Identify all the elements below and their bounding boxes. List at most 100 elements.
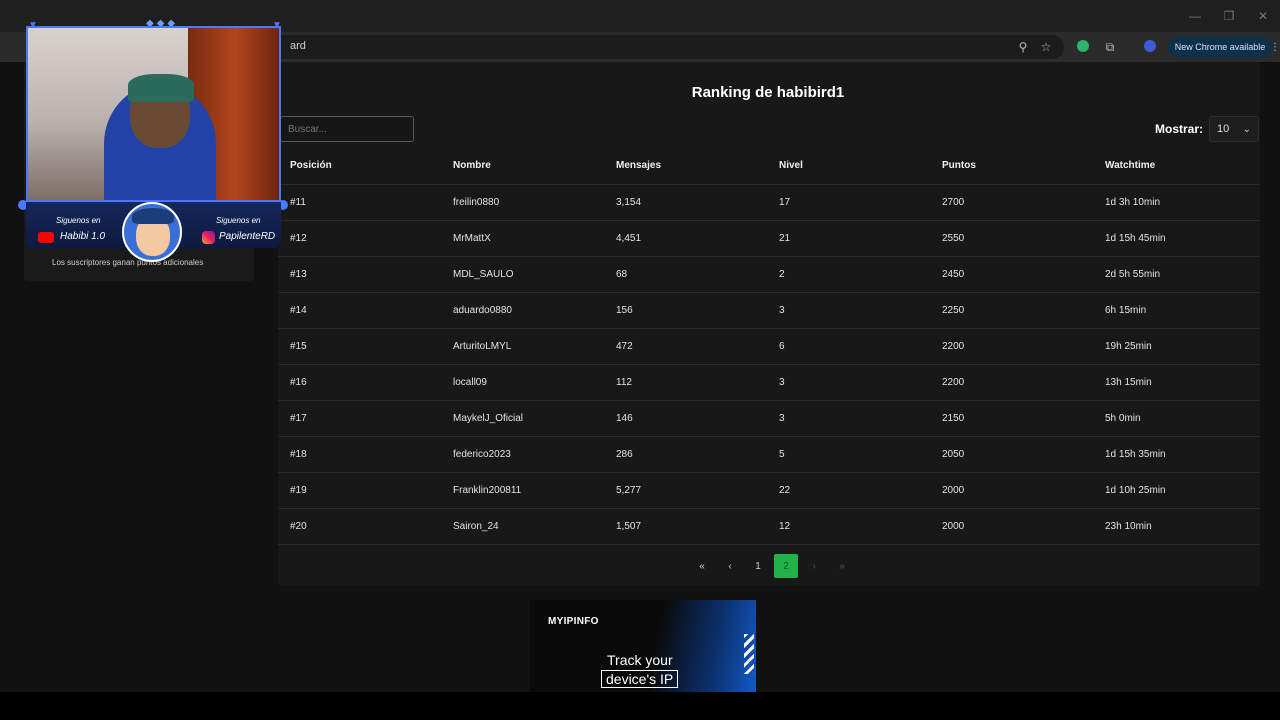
page-button-1[interactable]: 1: [746, 554, 770, 578]
cell-messages: 68: [604, 256, 767, 293]
cell-points: 2200: [930, 328, 1093, 365]
cell-points: 2050: [930, 436, 1093, 473]
cell-level: 5: [767, 436, 930, 473]
cell-name: locall09: [441, 364, 604, 401]
ad-banner[interactable]: MYIPINFO Track your device's IP: [530, 600, 756, 693]
cell-name: Sairon_24: [441, 508, 604, 545]
cell-points: 2450: [930, 256, 1093, 293]
next-page-button[interactable]: ›: [802, 554, 826, 578]
cell-watchtime: 1d 3h 10min: [1093, 184, 1260, 221]
table-row: #14 aduardo0880 156 3 2250 6h 15min: [278, 292, 1260, 329]
extensions-puzzle-icon[interactable]: ⧉: [1103, 40, 1117, 54]
minimize-icon[interactable]: —: [1178, 0, 1212, 32]
instagram-handle: PapilenteRD: [219, 231, 276, 242]
cell-position: #14: [278, 292, 441, 329]
last-page-button[interactable]: »: [830, 554, 854, 578]
chevron-down-icon: ⌄: [1242, 123, 1251, 135]
cell-level: 12: [767, 508, 930, 545]
follow-label-right: Siguenos en: [216, 216, 261, 225]
page-size-select[interactable]: 10 ⌄: [1209, 116, 1259, 142]
address-url: ard: [290, 40, 306, 52]
zoom-icon[interactable]: ⚲: [1016, 40, 1030, 54]
cell-watchtime: 23h 10min: [1093, 508, 1260, 545]
table-row: #13 MDL_SAULO 68 2 2450 2d 5h 55min: [278, 256, 1260, 293]
cell-messages: 286: [604, 436, 767, 473]
new-chrome-button[interactable]: New Chrome available: [1168, 36, 1272, 58]
cell-points: 2000: [930, 472, 1093, 509]
ad-brand: MYIPINFO: [548, 616, 599, 627]
cell-points: 2000: [930, 508, 1093, 545]
column-header-watchtime[interactable]: Watchtime: [1093, 148, 1260, 185]
cell-watchtime: 19h 25min: [1093, 328, 1260, 365]
cell-watchtime: 13h 15min: [1093, 364, 1260, 401]
cell-level: 3: [767, 364, 930, 401]
menu-kebab-icon[interactable]: ⋮: [1270, 42, 1280, 53]
cell-points: 2550: [930, 220, 1093, 257]
cell-watchtime: 1d 15h 45min: [1093, 220, 1260, 257]
webcam-video: [26, 26, 281, 202]
ranking-table: Posición Nombre Mensajes Nivel Puntos Wa…: [278, 148, 1260, 545]
cell-name: MDL_SAULO: [441, 256, 604, 293]
star-icon[interactable]: ☆: [1039, 40, 1053, 54]
table-row: #12 MrMattX 4,451 21 2550 1d 15h 45min: [278, 220, 1260, 257]
cell-points: 2700: [930, 184, 1093, 221]
cell-position: #13: [278, 256, 441, 293]
cell-watchtime: 2d 5h 55min: [1093, 256, 1260, 293]
cell-points: 2250: [930, 292, 1093, 329]
cell-position: #18: [278, 436, 441, 473]
cell-watchtime: 1d 10h 25min: [1093, 472, 1260, 509]
cell-level: 2: [767, 256, 930, 293]
table-header-row: Posición Nombre Mensajes Nivel Puntos Wa…: [278, 148, 1260, 185]
cell-level: 3: [767, 292, 930, 329]
first-page-button[interactable]: «: [690, 554, 714, 578]
cell-position: #20: [278, 508, 441, 545]
page-title: Ranking de habibird1: [691, 84, 845, 101]
cell-messages: 5,277: [604, 472, 767, 509]
page-size-value: 10: [1217, 123, 1230, 135]
restore-icon[interactable]: ❐: [1212, 0, 1246, 32]
cell-position: #12: [278, 220, 441, 257]
cell-name: Franklin200811: [441, 472, 604, 509]
prev-page-button[interactable]: ‹: [718, 554, 742, 578]
search-input[interactable]: [280, 116, 414, 142]
avatar: [122, 202, 182, 262]
cell-level: 22: [767, 472, 930, 509]
cell-level: 21: [767, 220, 930, 257]
table-row: #19 Franklin200811 5,277 22 2000 1d 10h 25min: [278, 472, 1260, 509]
column-header-level[interactable]: Nivel: [767, 148, 930, 185]
instagram-icon: [202, 231, 215, 244]
profile-icon[interactable]: [1144, 40, 1158, 54]
cell-messages: 156: [604, 292, 767, 329]
bottom-bar: [0, 692, 1280, 720]
ad-stripes: [744, 634, 754, 674]
table-row: #11 freilin0880 3,154 17 2700 1d 3h 10min: [278, 184, 1260, 221]
webcam-overlay: ▼ ◆◆◆ ▼ Siguenos en Habibi 1.0 Siguenos …: [16, 16, 292, 262]
page-button-2[interactable]: 2: [774, 554, 798, 578]
cell-messages: 146: [604, 400, 767, 437]
column-header-points[interactable]: Puntos: [930, 148, 1093, 185]
ad-line-2: device's IP: [601, 670, 679, 688]
cell-name: federico2023: [441, 436, 604, 473]
cell-messages: 1,507: [604, 508, 767, 545]
table-row: #17 MaykelJ_Oficial 146 3 2150 5h 0min: [278, 400, 1260, 437]
cell-position: #19: [278, 472, 441, 509]
cell-messages: 4,451: [604, 220, 767, 257]
cell-watchtime: 6h 15min: [1093, 292, 1260, 329]
column-header-messages[interactable]: Mensajes: [604, 148, 767, 185]
cell-messages: 472: [604, 328, 767, 365]
cell-level: 17: [767, 184, 930, 221]
extension-green-icon[interactable]: [1077, 40, 1091, 54]
column-header-position[interactable]: Posición: [278, 148, 441, 185]
cell-points: 2200: [930, 364, 1093, 401]
cell-name: aduardo0880: [441, 292, 604, 329]
cell-watchtime: 5h 0min: [1093, 400, 1260, 437]
cell-name: ArturitoLMYL: [441, 328, 604, 365]
close-icon[interactable]: ✕: [1246, 0, 1280, 32]
pagination: « ‹ 1 2 › »: [690, 554, 854, 578]
cell-watchtime: 1d 15h 35min: [1093, 436, 1260, 473]
cell-name: MrMattX: [441, 220, 604, 257]
cell-level: 3: [767, 400, 930, 437]
column-header-name[interactable]: Nombre: [441, 148, 604, 185]
cell-name: MaykelJ_Oficial: [441, 400, 604, 437]
leaderboard-card: Ranking de habibird1 Mostrar: 10 ⌄ Posic…: [278, 62, 1260, 586]
